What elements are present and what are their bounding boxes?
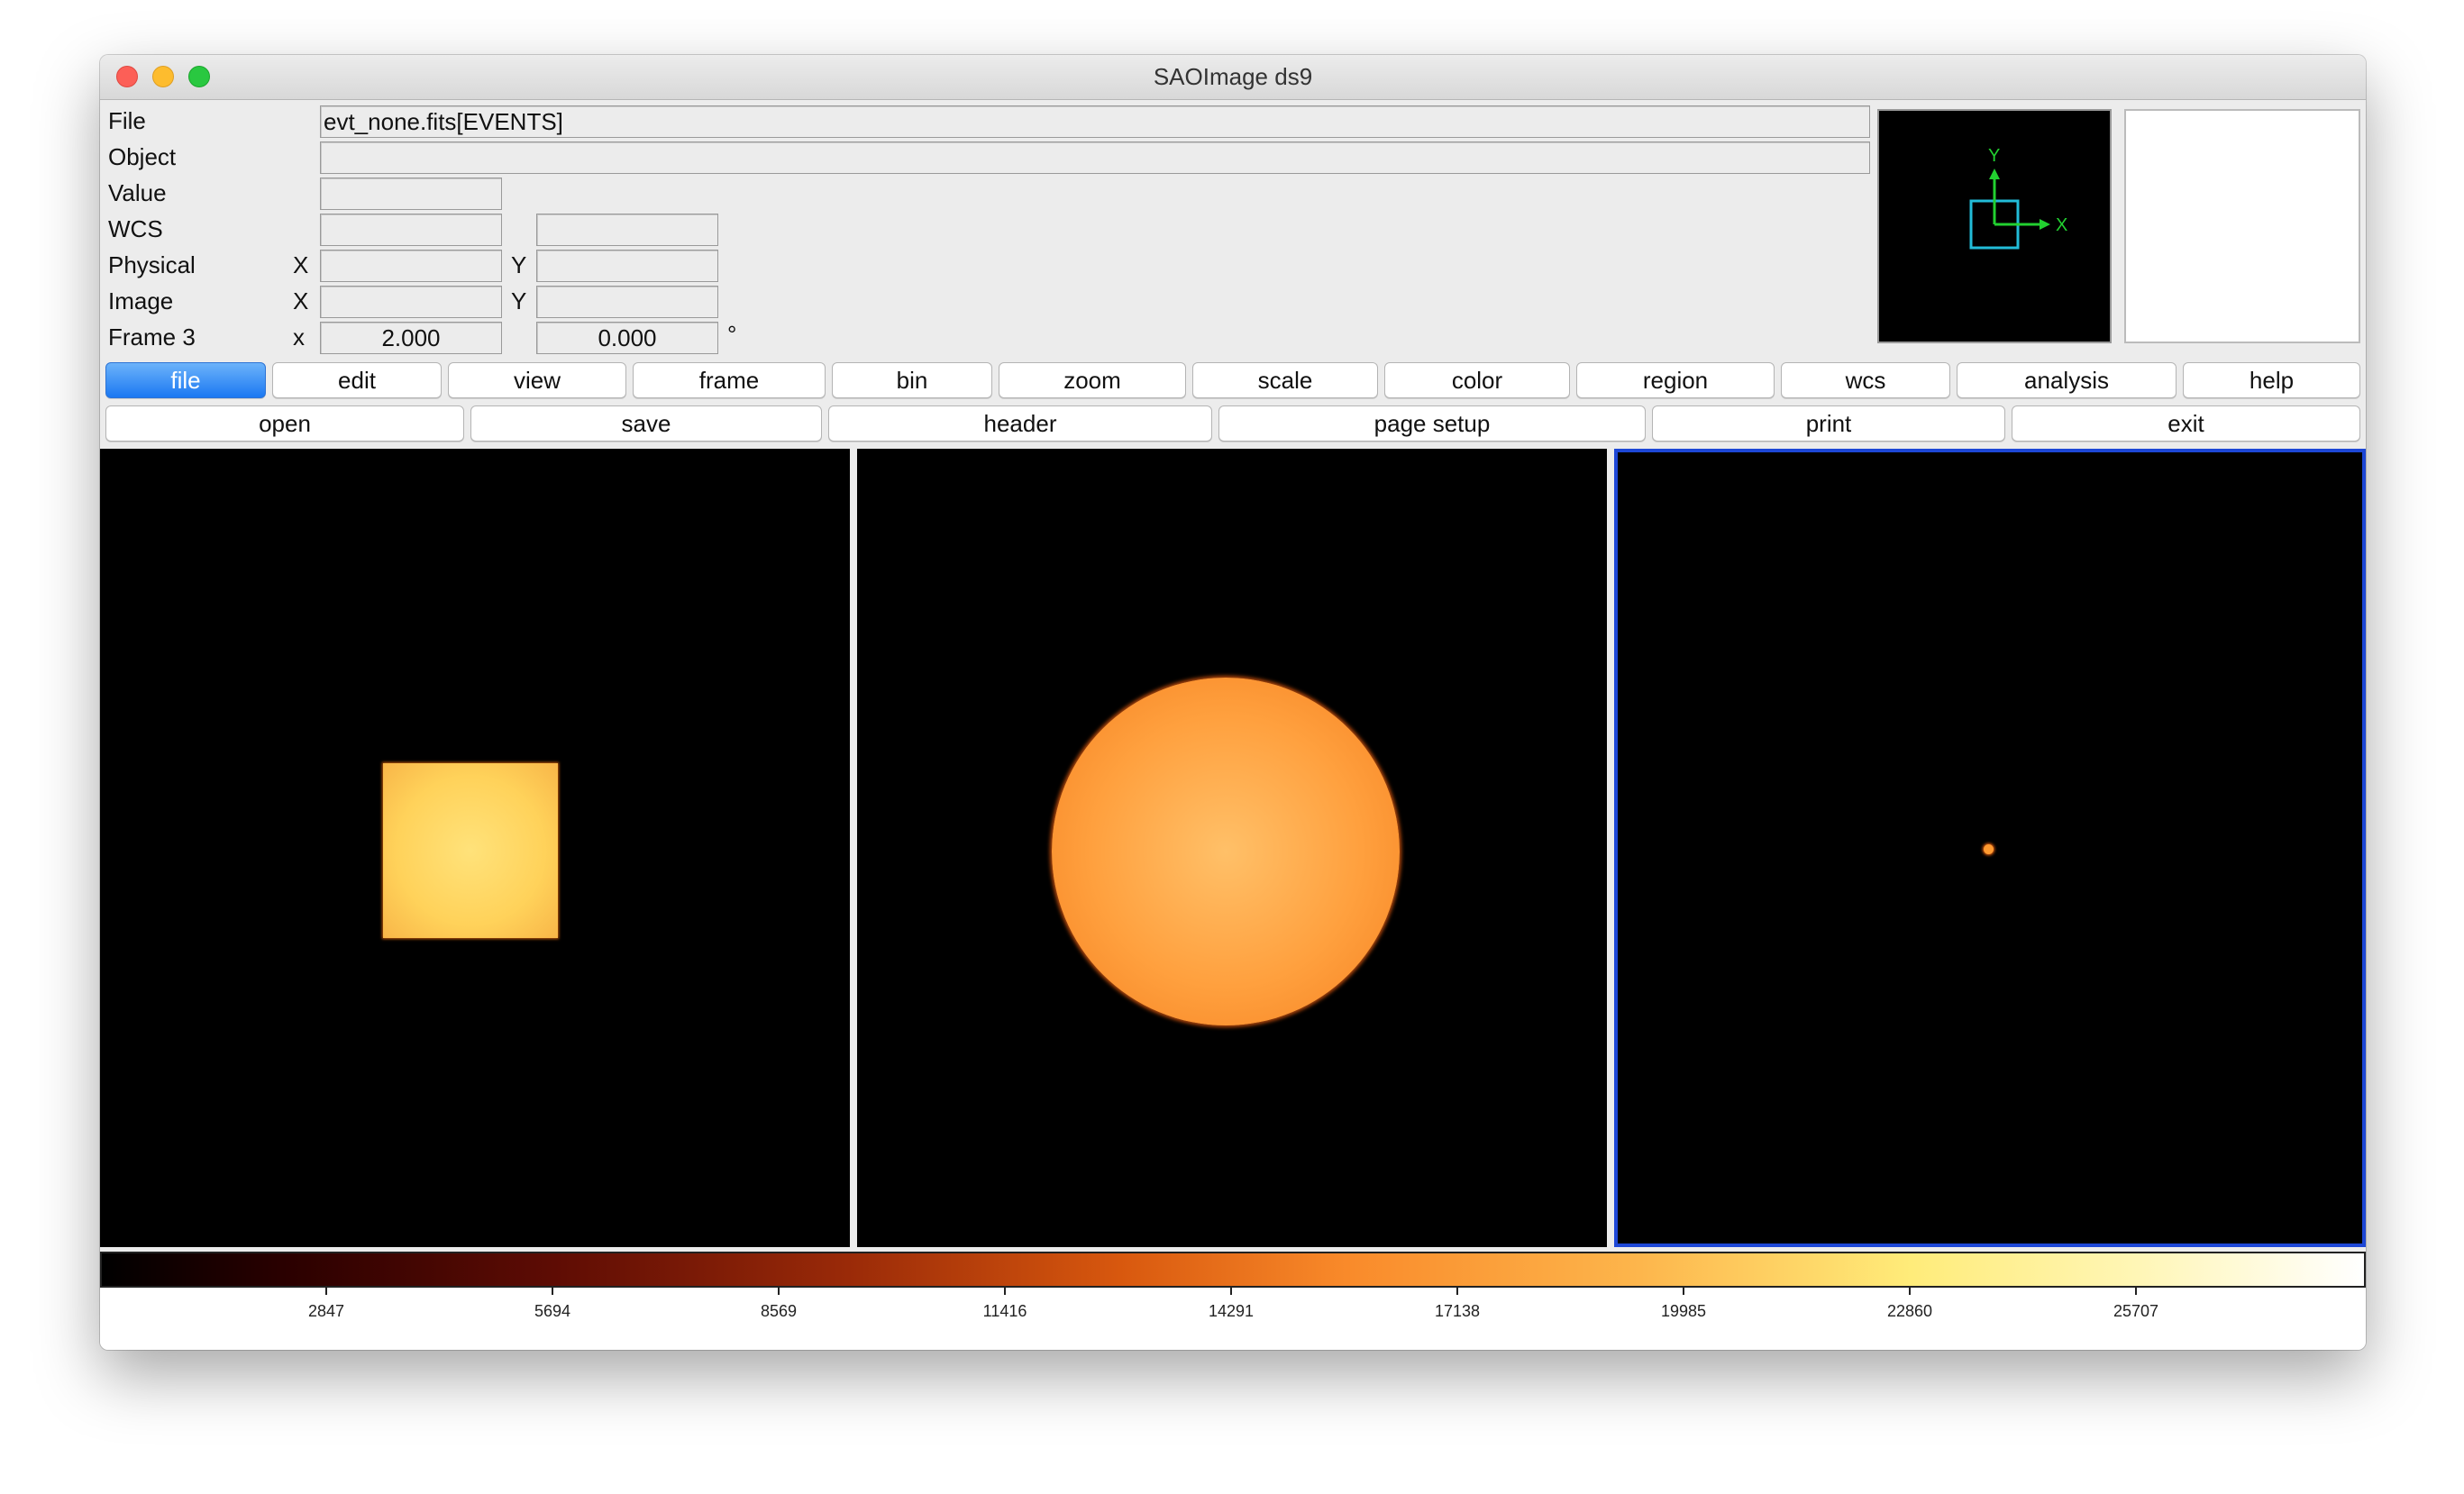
square-source: [383, 763, 558, 938]
zoom-field: 2.000: [320, 322, 502, 354]
page-setup-button[interactable]: page setup: [1218, 405, 1646, 442]
title-bar: SAOImage ds9: [100, 55, 2366, 100]
compass-y-label: Y: [1988, 146, 2000, 166]
image-x-label: X: [293, 287, 309, 314]
physical-y-field: [536, 250, 718, 282]
image-frame-2[interactable]: [857, 449, 1607, 1247]
physical-y-label: Y: [511, 251, 527, 278]
save-button[interactable]: save: [470, 405, 822, 442]
frame-zoom-label: x: [293, 323, 305, 351]
colorbar-tick-label: 8569: [760, 1302, 798, 1320]
image-y-field: [536, 286, 718, 318]
menu-region-button[interactable]: region: [1576, 362, 1775, 398]
image-x-field: [320, 286, 502, 318]
print-button[interactable]: print: [1652, 405, 2005, 442]
colorbar-tick-label: 25707: [2113, 1302, 2159, 1320]
menu-file-button[interactable]: file: [105, 362, 266, 398]
image-frame-3-current[interactable]: [1614, 449, 2366, 1247]
exit-button[interactable]: exit: [2012, 405, 2360, 442]
compass-icon: Y X: [1969, 146, 2067, 250]
value-label: Value: [108, 179, 167, 206]
colorbar-tick-label: 17138: [1434, 1302, 1481, 1320]
wcs-y-field: [536, 214, 718, 246]
file-field: evt_none.fits[EVENTS]: [320, 105, 1870, 138]
menu-wcs-button[interactable]: wcs: [1781, 362, 1950, 398]
menu-zoom-button[interactable]: zoom: [999, 362, 1186, 398]
angle-field: 0.000: [536, 322, 718, 354]
window-title: SAOImage ds9: [1153, 63, 1313, 90]
magnifier-panel: Y X: [1877, 109, 2112, 343]
image-y-label: Y: [511, 287, 527, 314]
header-button[interactable]: header: [828, 405, 1212, 442]
physical-label: Physical: [108, 251, 196, 278]
point-source: [1984, 844, 1994, 854]
wcs-label: WCS: [108, 215, 163, 242]
degree-symbol: °: [727, 321, 737, 348]
panner-panel[interactable]: [2124, 109, 2360, 343]
colorbar-tick-label: 11416: [982, 1302, 1027, 1320]
menu-help-button[interactable]: help: [2183, 362, 2360, 398]
wcs-x-field: [320, 214, 502, 246]
colorbar-tick-label: 14291: [1208, 1302, 1255, 1320]
menu-frame-button[interactable]: frame: [633, 362, 826, 398]
object-field: [320, 141, 1870, 174]
ds9-window: SAOImage ds9 File evt_none.fits[EVENTS] …: [100, 55, 2366, 1350]
object-label: Object: [108, 143, 177, 170]
menu-scale-button[interactable]: scale: [1192, 362, 1378, 398]
colorbar-tick-label: 5694: [534, 1302, 571, 1320]
circle-source: [1052, 678, 1400, 1025]
file-label: File: [108, 107, 146, 134]
menu-edit-button[interactable]: edit: [272, 362, 442, 398]
colorbar[interactable]: [100, 1252, 2366, 1288]
menu-bin-button[interactable]: bin: [832, 362, 992, 398]
compass-x-label: X: [2056, 215, 2067, 235]
colorbar-tick-label: 2847: [307, 1302, 345, 1320]
physical-x-label: X: [293, 251, 309, 278]
menu-analysis-button[interactable]: analysis: [1957, 362, 2177, 398]
value-field: [320, 178, 502, 210]
colorbar-scale: 2847 5694 8569 11416 14291 17138 19985 2…: [100, 1288, 2366, 1350]
menu-color-button[interactable]: color: [1384, 362, 1570, 398]
image-label: Image: [108, 287, 174, 314]
open-button[interactable]: open: [105, 405, 464, 442]
colorbar-tick-label: 19985: [1660, 1302, 1707, 1320]
menu-view-button[interactable]: view: [448, 362, 626, 398]
physical-x-field: [320, 250, 502, 282]
image-frame-1[interactable]: [100, 449, 850, 1247]
frame-label: Frame 3: [108, 323, 196, 351]
colorbar-tick-label: 22860: [1886, 1302, 1933, 1320]
